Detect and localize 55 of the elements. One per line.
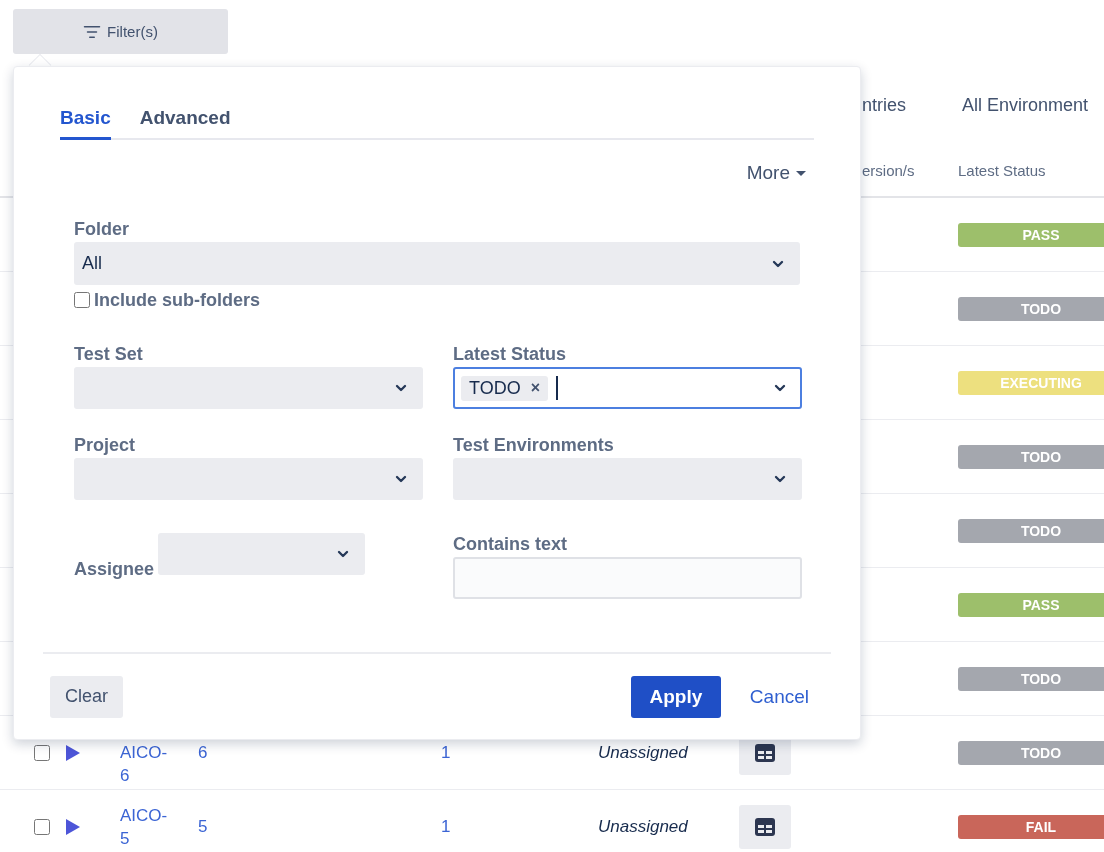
table-cell-link[interactable]: 1 — [441, 816, 451, 837]
status-badge: PASS — [958, 222, 1104, 247]
status-badge: PASS — [958, 592, 1104, 617]
status-badge: TODO — [958, 666, 1104, 691]
field-label: Folder — [74, 218, 130, 240]
column-header: ersion/s — [862, 162, 915, 179]
status-badge: TODO — [958, 518, 1104, 543]
cancel-link[interactable]: Cancel — [749, 685, 809, 708]
field-label: Test Set — [74, 343, 144, 365]
table-icon — [755, 817, 775, 836]
field-label: Assignee — [74, 558, 155, 580]
field-label: Contains text — [453, 533, 568, 555]
row-checkbox[interactable] — [34, 818, 50, 835]
chip-label: TODO — [469, 377, 521, 399]
status-badge: EXECUTING — [958, 370, 1104, 395]
tab[interactable]: Advanced — [139, 107, 231, 140]
table-cell-link[interactable]: 6 — [198, 742, 208, 763]
select-field[interactable] — [74, 458, 423, 500]
select-field[interactable] — [453, 458, 802, 500]
checkbox-label: Include sub-folders — [94, 289, 261, 311]
checkbox[interactable] — [74, 292, 90, 308]
status-badge: TODO — [958, 444, 1104, 469]
issue-key-link[interactable]: AICO-5 — [120, 803, 170, 850]
assignee-text: Unassigned — [598, 742, 688, 763]
status-badge: FAIL — [958, 814, 1104, 839]
view-tab[interactable]: ntries — [862, 95, 906, 115]
play-icon[interactable] — [65, 743, 81, 762]
close-icon[interactable]: × — [530, 379, 540, 397]
assignee-text: Unassigned — [598, 816, 688, 837]
field-label: Project — [74, 434, 137, 456]
status-badge: TODO — [958, 740, 1104, 765]
field-label: Test Environments — [453, 434, 615, 456]
field-label: Latest Status — [453, 343, 568, 365]
select-field[interactable] — [158, 533, 366, 575]
table-icon — [755, 743, 775, 762]
select-field[interactable]: All — [74, 242, 800, 285]
filter-button[interactable]: Filter(s) — [13, 9, 228, 54]
more-dropdown[interactable]: More — [746, 162, 806, 184]
caret-icon — [796, 170, 806, 176]
status-badge: TODO — [958, 296, 1104, 321]
apply-button[interactable]: Apply — [630, 675, 721, 718]
text-cursor — [556, 376, 558, 400]
table-view-button[interactable] — [739, 804, 791, 849]
clear-button[interactable]: Clear — [50, 675, 123, 718]
select-field[interactable] — [74, 367, 423, 409]
issue-key-link[interactable]: AICO-6 — [120, 740, 170, 787]
view-tab[interactable]: All Environment — [962, 95, 1089, 115]
table-cell-link[interactable]: 1 — [441, 742, 451, 763]
column-header: Latest Status — [958, 162, 1046, 179]
table-cell-link[interactable]: 5 — [198, 816, 208, 837]
multi-select-field[interactable]: TODO × — [453, 367, 802, 409]
text-input[interactable] — [453, 557, 802, 599]
play-icon[interactable] — [65, 817, 81, 836]
row-checkbox[interactable] — [34, 744, 50, 761]
tab[interactable]: Basic — [60, 107, 111, 140]
